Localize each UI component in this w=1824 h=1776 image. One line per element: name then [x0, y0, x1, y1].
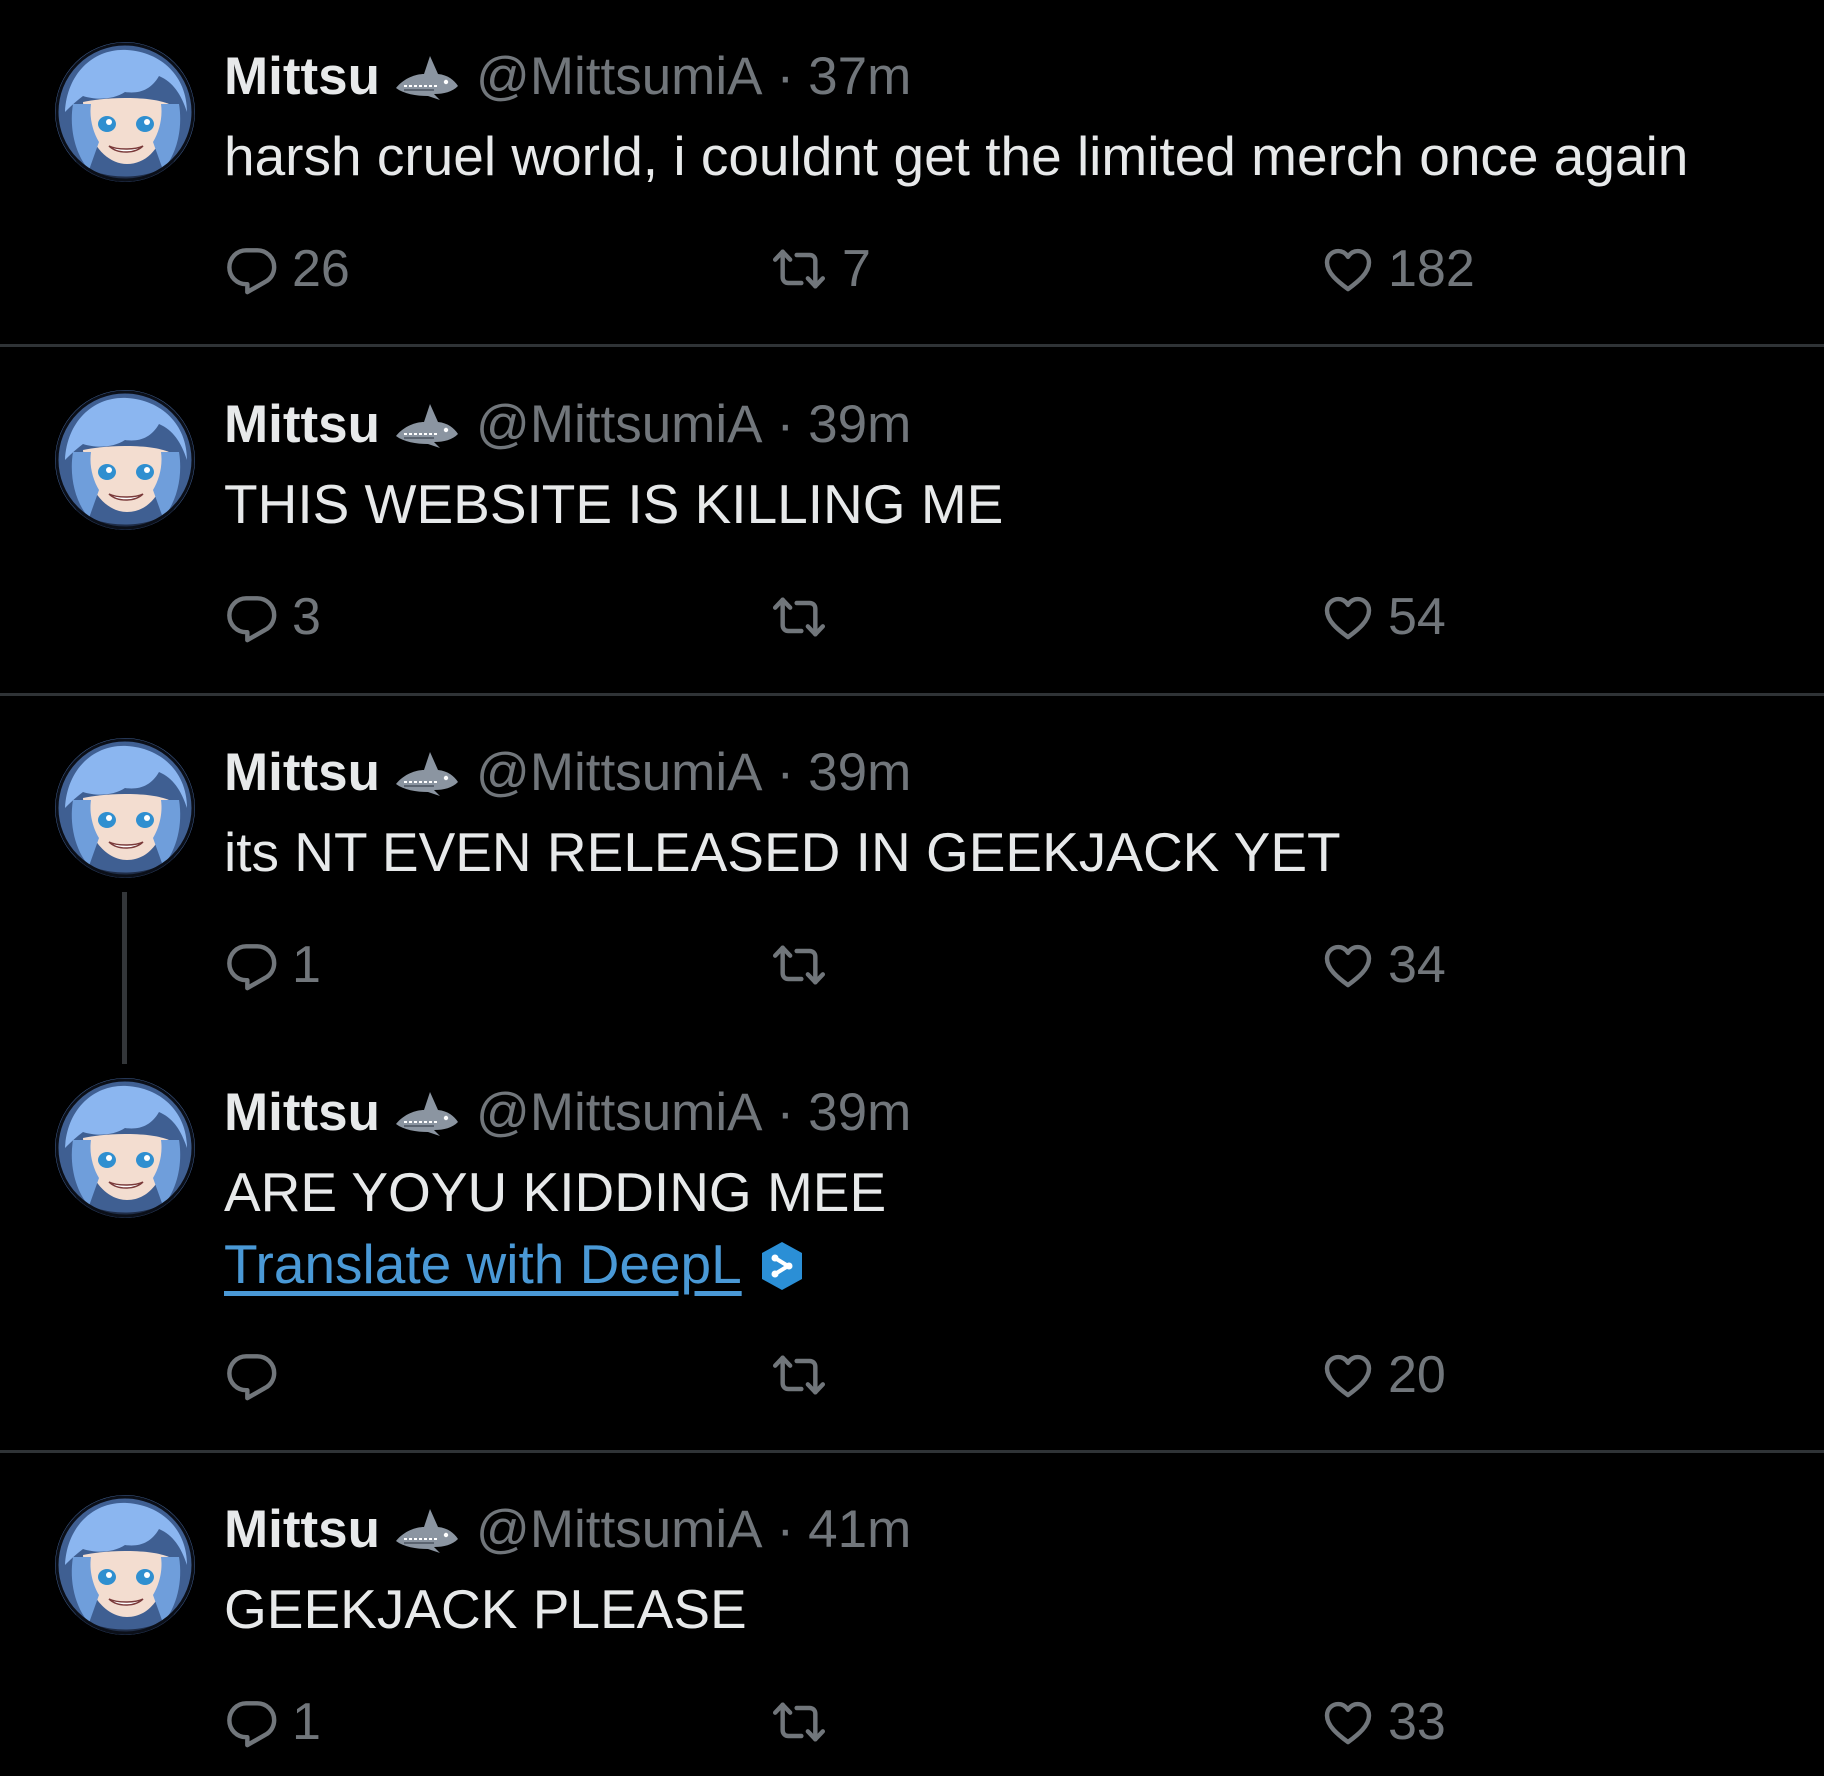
tweet-header: Mittsu @MittsumiA · 39m — [224, 390, 911, 460]
like-count: 33 — [1388, 1693, 1446, 1751]
reply-button[interactable]: 26 — [224, 234, 350, 304]
tweet-actions: 1 33 — [224, 1687, 1624, 1757]
avatar[interactable] — [55, 1495, 195, 1635]
reply-button[interactable]: 1 — [224, 930, 321, 1000]
retweet-button[interactable] — [768, 930, 842, 1000]
tweet-header: Mittsu @MittsumiA · 39m — [224, 1078, 911, 1148]
like-count: 20 — [1388, 1346, 1446, 1404]
heart-outline-icon — [1320, 241, 1376, 297]
like-button[interactable]: 34 — [1320, 930, 1446, 1000]
like-button[interactable]: 182 — [1320, 234, 1475, 304]
display-name[interactable]: Mittsu — [224, 738, 380, 808]
avatar[interactable] — [55, 1078, 195, 1218]
tweet-actions: 26 7 182 — [224, 234, 1624, 304]
user-handle[interactable]: @MittsumiA — [476, 1078, 762, 1148]
tweet-text: ARE YOYU KIDDING MEE — [224, 1161, 887, 1223]
tweet-header: Mittsu @MittsumiA · 39m — [224, 738, 911, 808]
tweet-text: harsh cruel world, i couldnt get the lim… — [224, 125, 1689, 187]
display-name[interactable]: Mittsu — [224, 42, 380, 112]
separator-dot: · — [776, 1500, 795, 1559]
heart-outline-icon — [1320, 1694, 1376, 1750]
reply-button[interactable]: 3 — [224, 582, 321, 652]
user-handle[interactable]: @MittsumiA — [476, 42, 762, 112]
avatar[interactable] — [55, 390, 195, 530]
tweet-text: THIS WEBSITE IS KILLING ME — [224, 473, 1004, 535]
separator-dot: · — [776, 47, 795, 106]
reply-count: 1 — [292, 1693, 321, 1751]
speech-bubble-icon — [224, 1694, 280, 1750]
retweet-arrows-icon — [768, 1347, 830, 1403]
user-handle[interactable]: @MittsumiA — [476, 390, 762, 460]
like-button[interactable]: 33 — [1320, 1687, 1446, 1757]
speech-bubble-icon — [224, 589, 280, 645]
retweet-button[interactable]: 7 — [768, 234, 871, 304]
heart-outline-icon — [1320, 589, 1376, 645]
shark-icon — [394, 748, 460, 798]
display-name[interactable]: Mittsu — [224, 1495, 380, 1565]
retweet-button[interactable] — [768, 582, 842, 652]
user-handle[interactable]: @MittsumiA — [476, 738, 762, 808]
like-button[interactable]: 54 — [1320, 582, 1446, 652]
avatar[interactable] — [55, 738, 195, 878]
heart-outline-icon — [1320, 1347, 1376, 1403]
tweet-header: Mittsu @MittsumiA · 41m — [224, 1495, 911, 1565]
reply-count: 3 — [292, 588, 321, 646]
thread-connector — [122, 892, 127, 1064]
separator-dot: · — [776, 1083, 795, 1142]
tweet-actions: 20 — [224, 1340, 1624, 1410]
timestamp[interactable]: 39m — [808, 390, 911, 460]
reply-button[interactable] — [224, 1340, 292, 1410]
timestamp[interactable]: 39m — [808, 1078, 911, 1148]
translate-label[interactable]: Translate with DeepL — [224, 1229, 742, 1299]
tweet-actions: 3 54 — [224, 582, 1624, 652]
retweet-button[interactable] — [768, 1340, 842, 1410]
display-name[interactable]: Mittsu — [224, 1078, 380, 1148]
avatar[interactable] — [55, 42, 195, 182]
like-button[interactable]: 20 — [1320, 1340, 1446, 1410]
divider — [0, 693, 1824, 696]
retweet-arrows-icon — [768, 241, 830, 297]
separator-dot: · — [776, 395, 795, 454]
retweet-arrows-icon — [768, 1694, 830, 1750]
speech-bubble-icon — [224, 937, 280, 993]
reply-button[interactable]: 1 — [224, 1687, 321, 1757]
retweet-arrows-icon — [768, 589, 830, 645]
tweet-text: GEEKJACK PLEASE — [224, 1578, 747, 1640]
speech-bubble-icon — [224, 1347, 280, 1403]
reply-count: 1 — [292, 936, 321, 994]
separator-dot: · — [776, 743, 795, 802]
tweet-text: its NT EVEN RELEASED IN GEEKJACK YET — [224, 821, 1341, 883]
shark-icon — [394, 400, 460, 450]
retweet-count: 7 — [842, 240, 871, 298]
tweet-header: Mittsu @MittsumiA · 37m — [224, 42, 911, 112]
timestamp[interactable]: 39m — [808, 738, 911, 808]
user-handle[interactable]: @MittsumiA — [476, 1495, 762, 1565]
deepl-icon — [758, 1238, 806, 1290]
retweet-button[interactable] — [768, 1687, 842, 1757]
divider — [0, 344, 1824, 347]
timestamp[interactable]: 37m — [808, 42, 911, 112]
speech-bubble-icon — [224, 241, 280, 297]
divider — [0, 1450, 1824, 1453]
like-count: 182 — [1388, 240, 1475, 298]
translate-link[interactable]: Translate with DeepL — [224, 1229, 806, 1299]
tweet-actions: 1 34 — [224, 930, 1624, 1000]
shark-icon — [394, 52, 460, 102]
shark-icon — [394, 1088, 460, 1138]
like-count: 54 — [1388, 588, 1446, 646]
display-name[interactable]: Mittsu — [224, 390, 380, 460]
retweet-arrows-icon — [768, 937, 830, 993]
like-count: 34 — [1388, 936, 1446, 994]
shark-icon — [394, 1505, 460, 1555]
timestamp[interactable]: 41m — [808, 1495, 911, 1565]
reply-count: 26 — [292, 240, 350, 298]
heart-outline-icon — [1320, 937, 1376, 993]
